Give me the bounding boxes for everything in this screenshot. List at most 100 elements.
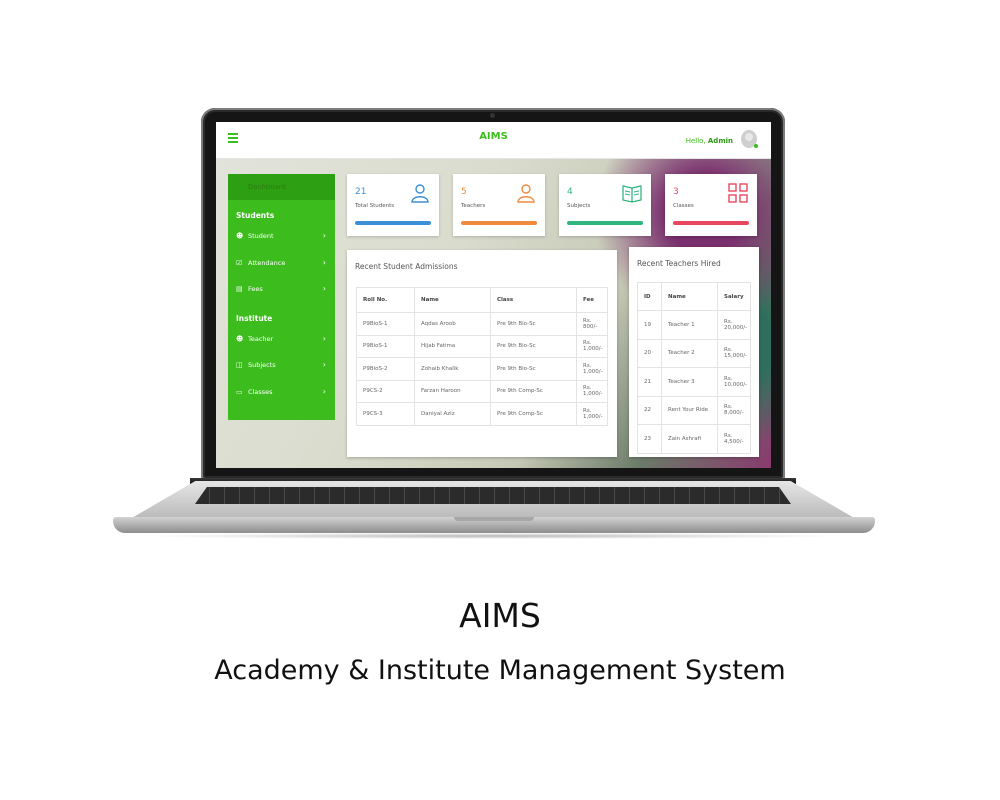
laptop-screen: AIMS Hello, Admin Dashboard Students ☻ S… [216, 122, 771, 468]
online-status-dot [754, 144, 758, 148]
recent-teachers-panel: Recent Teachers Hired ID Name Salary 19 … [629, 247, 759, 457]
user-name[interactable]: Admin [708, 137, 733, 145]
table-cell: 21 [637, 367, 662, 397]
admissions-table: Roll No. Name Class Fee P9BioS-1 Aqdas A… [356, 287, 608, 426]
teachers-table: ID Name Salary 19 Teacher 1 Rs. 20,000/-… [637, 282, 751, 454]
table-row[interactable]: P9BioS-1 Aqdas Aroob Pre 9th Bio-Sc Rs. … [356, 312, 608, 336]
laptop-shadow [140, 533, 846, 539]
table-row[interactable]: 21 Teacher 3 Rs. 10,000/- [637, 367, 751, 397]
table-row[interactable]: 23 Zain Ashrafi Rs. 4,500/- [637, 424, 751, 454]
chevron-right-icon: › [322, 333, 326, 343]
chevron-right-icon: › [322, 386, 326, 396]
stat-bar [461, 221, 537, 225]
table-row[interactable]: P9BioS-2 Zohaib Khalik Pre 9th Bio-Sc Rs… [356, 357, 608, 381]
table-cell: Rs. 4,500/- [717, 424, 751, 454]
sidebar-item-teacher[interactable]: ☻ Teacher › [228, 326, 335, 353]
laptop-notch [454, 517, 534, 521]
table-cell: Hijab Fatima [414, 334, 491, 358]
stat-card-classes[interactable]: 3 Classes [665, 174, 757, 236]
table-header-row: ID Name Salary [637, 282, 751, 311]
table-cell: Pre 9th Bio-Sc [490, 334, 577, 358]
table-cell: Rs. 1,000/- [576, 402, 608, 426]
table-cell: Teacher 2 [661, 338, 718, 368]
chevron-right-icon: › [322, 284, 326, 293]
table-cell: 23 [637, 424, 662, 454]
panel-title: Recent Student Admissions [355, 262, 458, 271]
table-cell: Pre 9th Comp-Sc [490, 379, 577, 403]
stat-bar [567, 221, 643, 225]
table-row[interactable]: P9CS-2 Farzan Haroon Pre 9th Comp-Sc Rs.… [356, 379, 608, 403]
stat-label: Teachers [461, 203, 486, 209]
column-header[interactable]: Name [661, 282, 718, 311]
app-header: AIMS Hello, Admin [216, 122, 771, 159]
column-header[interactable]: Class [490, 287, 577, 313]
table-row[interactable]: 22 Rent Your Ride Rs. 8,000/- [637, 395, 751, 425]
table-cell: Farzan Haroon [414, 379, 491, 403]
laptop-keyboard [195, 487, 791, 504]
sidebar: Dashboard Students ☻ Student › ☑ Attenda… [228, 174, 335, 420]
sidebar-item-label: Attendance [248, 258, 286, 267]
stat-value: 3 [673, 187, 679, 197]
column-header[interactable]: Roll No. [356, 287, 415, 313]
table-cell: Rs. 1,000/- [576, 379, 608, 403]
user-icon [517, 184, 535, 203]
stat-card-subjects[interactable]: 4 Subjects [559, 174, 651, 236]
sidebar-section-students: Students [236, 211, 275, 220]
sidebar-item-fees[interactable]: ▤ Fees › [228, 276, 335, 303]
table-cell: Daniyal Aziz [414, 402, 491, 426]
stat-card-teachers[interactable]: 5 Teachers [453, 174, 545, 236]
table-cell: Rs. 10,000/- [717, 367, 751, 397]
table-cell: P9CS-2 [356, 379, 415, 403]
sidebar-item-dashboard[interactable]: Dashboard [228, 174, 335, 200]
table-cell: Rs. 20,000/- [717, 310, 751, 340]
stat-bar [673, 221, 749, 225]
grid-icon [728, 183, 748, 203]
table-row[interactable]: 19 Teacher 1 Rs. 20,000/- [637, 310, 751, 340]
sidebar-item-label: Subjects [248, 361, 276, 369]
table-cell: Zain Ashrafi [661, 424, 718, 454]
table-row[interactable]: P9BioS-1 Hijab Fatima Pre 9th Bio-Sc Rs.… [356, 334, 608, 358]
table-cell: Pre 9th Comp-Sc [490, 402, 577, 426]
chevron-right-icon: › [322, 231, 326, 240]
column-header[interactable]: Salary [717, 282, 751, 311]
user-greeting: Hello, Admin [686, 137, 733, 145]
sidebar-item-subjects[interactable]: ◫ Subjects › [228, 352, 335, 379]
sidebar-item-label: Classes [248, 387, 273, 396]
table-cell: Rs. 15,000/- [717, 338, 751, 368]
money-icon: ▤ [236, 285, 243, 293]
column-header[interactable]: ID [637, 282, 662, 311]
table-cell: P9CS-3 [356, 402, 415, 426]
sidebar-item-label: Student [248, 232, 274, 240]
table-cell: P9BioS-1 [356, 312, 415, 336]
table-cell: Rs. 8,000/- [717, 395, 751, 425]
table-cell: Rent Your Ride [661, 395, 718, 425]
stat-value: 21 [355, 187, 367, 197]
person-icon: ☻ [236, 334, 244, 343]
stat-label: Classes [673, 203, 694, 209]
table-row[interactable]: P9CS-3 Daniyal Aziz Pre 9th Comp-Sc Rs. … [356, 402, 608, 426]
sidebar-item-attendance[interactable]: ☑ Attendance › [228, 250, 335, 277]
sidebar-item-student[interactable]: ☻ Student › [228, 223, 335, 250]
product-title: AIMS [459, 596, 541, 635]
table-cell: Pre 9th Bio-Sc [490, 357, 577, 381]
table-cell: 22 [637, 395, 662, 425]
sidebar-item-label: Fees [248, 285, 263, 293]
chevron-right-icon: › [322, 257, 326, 267]
table-cell: Rs. 1,000/- [576, 334, 608, 358]
table-cell: P9BioS-2 [356, 357, 415, 381]
table-cell: Zohaib Khalik [414, 357, 491, 381]
stat-bar [355, 221, 431, 225]
greeting-text: Hello, [685, 137, 706, 145]
table-cell: Rs. 800/- [576, 312, 608, 336]
stat-card-students[interactable]: 21 Total Students [347, 174, 439, 236]
column-header[interactable]: Name [414, 287, 491, 313]
stat-value: 5 [461, 187, 467, 197]
table-header-row: Roll No. Name Class Fee [356, 287, 608, 313]
panel-title: Recent Teachers Hired [637, 259, 721, 268]
table-cell: P9BioS-1 [356, 334, 415, 358]
column-header[interactable]: Fee [576, 287, 608, 313]
book-icon: ◫ [236, 361, 243, 369]
table-row[interactable]: 20 Teacher 2 Rs. 15,000/- [637, 338, 751, 368]
sidebar-item-classes[interactable]: ▭ Classes › [228, 379, 335, 406]
stat-label: Total Students [355, 203, 395, 209]
